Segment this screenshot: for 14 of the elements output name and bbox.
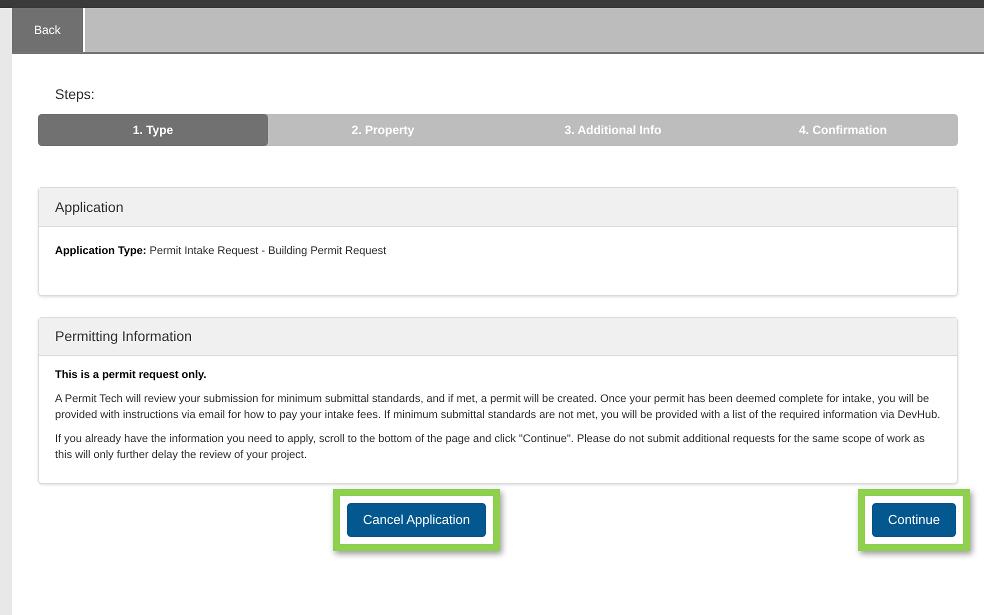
back-button[interactable]: Back — [12, 8, 85, 52]
step-label: 4. Confirmation — [798, 122, 888, 139]
steps-label: Steps: — [55, 85, 96, 104]
step-label: 2. Property — [350, 122, 416, 139]
cancel-button[interactable]: Cancel Application — [347, 502, 486, 536]
step-label: 3. Additional Info — [564, 122, 662, 139]
step-label: 1. Type — [38, 114, 268, 146]
notice-heading: This is a permit request only. — [55, 368, 208, 382]
continue-button[interactable]: Continue — [872, 502, 956, 536]
panel-title: Application — [55, 198, 124, 217]
application-type-text: Application Type: Permit Intake Request - Building Permit Request — [55, 245, 386, 257]
paragraph: A Permit Tech will review your submission for minimum submittal standards, and if met, a permit will be created. Once your permit has been deemed complete for intake, you will be provided with instructions via email for how to pay your intake fees. If minimum submittal standards are not met, you will be provided with a list of the required information via DevHub. — [55, 392, 941, 422]
panel-title: Permitting Information — [55, 326, 192, 346]
paragraph: If you already have the information you need to apply, scroll to the bottom of the page and click "Continue". Please do not submit additional requests for the same scope of work as this will only further delay the review of your project. — [55, 432, 926, 462]
